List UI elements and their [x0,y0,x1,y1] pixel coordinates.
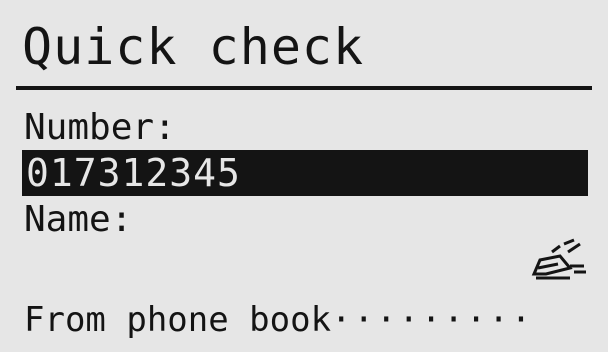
softkey-label: From phone book [24,300,332,340]
dot-leader: ········· [331,300,534,340]
title-divider [16,86,592,90]
number-field[interactable]: 017312345 [22,150,588,196]
name-label: Name: [24,199,133,240]
edit-pencil-icon[interactable] [530,238,588,284]
number-label: Number: [24,107,176,148]
screen-title: Quick check [22,18,365,76]
phone-display: Quick check Number: 017312345 Name: From… [0,0,608,352]
from-phone-book-option[interactable]: From phone book········· [24,294,590,346]
